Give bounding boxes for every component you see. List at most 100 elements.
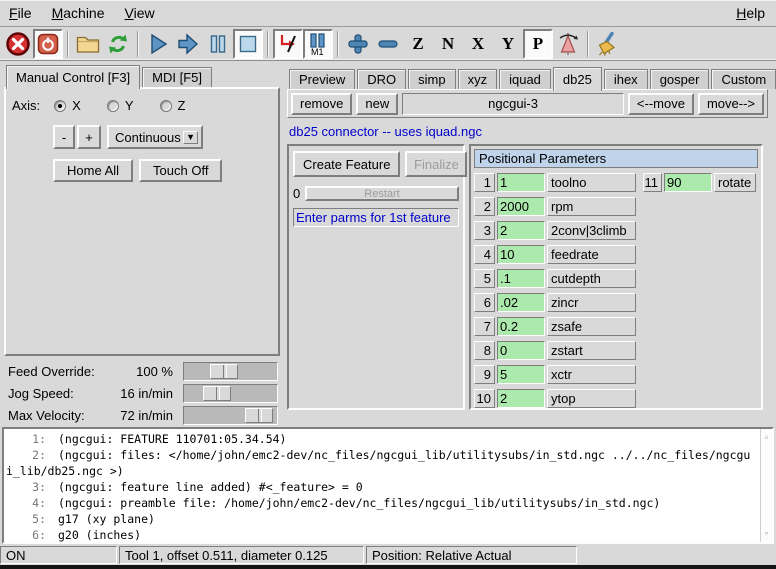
- view-x-button[interactable]: X: [463, 29, 493, 59]
- view-z-rotated-label: N: [442, 35, 454, 52]
- restart-button[interactable]: Restart: [305, 186, 459, 201]
- param-entry-rpm[interactable]: 2000: [497, 197, 545, 216]
- axis-radio-x[interactable]: X: [54, 98, 81, 113]
- param-entry-ytop[interactable]: 2: [497, 389, 545, 408]
- finalize-button[interactable]: Finalize: [405, 151, 467, 177]
- param-number: 4: [474, 245, 495, 264]
- axis-radio-y[interactable]: Y: [107, 98, 134, 113]
- param-name: ytop: [547, 389, 636, 408]
- skip-lines-icon: [275, 31, 301, 57]
- menu-help[interactable]: Help: [736, 5, 765, 21]
- param-name: zincr: [547, 293, 636, 312]
- param-number: 6: [474, 293, 495, 312]
- scroll-down-icon[interactable]: ▿: [764, 526, 769, 542]
- clear-plot-button[interactable]: [593, 29, 623, 59]
- tab-db25[interactable]: db25: [553, 67, 602, 91]
- right-tab-bar: Preview DRO simp xyz iquad db25 ihex gos…: [287, 65, 768, 89]
- jog-mode-dropdown[interactable]: Continuous ▼: [107, 125, 203, 149]
- param-row-1: 1 1 toolno 11 90 rotate: [474, 173, 758, 192]
- view-perspective-button[interactable]: P: [523, 29, 553, 59]
- reload-file-button[interactable]: [103, 29, 133, 59]
- jog-mode-value: Continuous: [115, 130, 181, 145]
- radio-indicator-y[interactable]: [107, 100, 119, 112]
- param-entry-xctr[interactable]: 5: [497, 365, 545, 384]
- view-z-button[interactable]: Z: [403, 29, 433, 59]
- menu-file[interactable]: File: [9, 5, 32, 21]
- tab-mdi[interactable]: MDI [F5]: [142, 67, 212, 87]
- console-scrollbar[interactable]: ▵ ▿: [760, 429, 772, 542]
- gcode-console[interactable]: 1:(ngcgui: FEATURE 110701:05.34.54) 2:(n…: [2, 427, 774, 544]
- remove-tab-button[interactable]: remove: [291, 93, 352, 115]
- create-feature-button[interactable]: Create Feature: [293, 151, 400, 177]
- param-number: 7: [474, 317, 495, 336]
- param-entry-feedrate[interactable]: 10: [497, 245, 545, 264]
- feed-override-slider[interactable]: [183, 362, 278, 381]
- param-name: zsafe: [547, 317, 636, 336]
- stop-button[interactable]: [233, 29, 263, 59]
- param-number: 1: [474, 173, 495, 192]
- param-entry-rotate[interactable]: 90: [664, 173, 712, 192]
- position-mode-status: Position: Relative Actual: [366, 546, 577, 564]
- rotate-view-button[interactable]: [553, 29, 583, 59]
- tab-iquad[interactable]: iquad: [499, 69, 551, 89]
- tab-preview[interactable]: Preview: [289, 69, 355, 89]
- param-name: feedrate: [547, 245, 636, 264]
- param-row-9: 9 5 xctr: [474, 365, 758, 384]
- tab-manual-control[interactable]: Manual Control [F3]: [6, 65, 140, 89]
- param-entry-toolno[interactable]: 1: [497, 173, 545, 192]
- axis-z-label: Z: [178, 98, 186, 113]
- new-tab-button[interactable]: new: [356, 93, 398, 115]
- feed-override-handle[interactable]: [210, 364, 238, 379]
- move-left-button[interactable]: <--move: [628, 93, 694, 115]
- radio-indicator-z[interactable]: [160, 100, 172, 112]
- param-entry-zsafe[interactable]: 0.2: [497, 317, 545, 336]
- view-y-button[interactable]: Y: [493, 29, 523, 59]
- feature-hint: Enter parms for 1st feature: [293, 208, 459, 227]
- max-velocity-handle[interactable]: [245, 408, 273, 423]
- open-file-button[interactable]: [73, 29, 103, 59]
- scroll-up-icon[interactable]: ▵: [764, 429, 769, 445]
- param-entry-cutdepth[interactable]: .1: [497, 269, 545, 288]
- axis-radio-z[interactable]: Z: [160, 98, 186, 113]
- tab-simp[interactable]: simp: [408, 69, 455, 89]
- skip-lines-toggle[interactable]: [273, 29, 303, 59]
- tab-name-entry[interactable]: ngcgui-3: [402, 93, 624, 115]
- zoom-out-button[interactable]: [373, 29, 403, 59]
- param-row-10: 10 2 ytop: [474, 389, 758, 408]
- tab-xyz[interactable]: xyz: [458, 69, 498, 89]
- jog-plus-button[interactable]: +: [77, 125, 101, 149]
- machine-power-button[interactable]: [33, 29, 63, 59]
- radio-indicator-x[interactable]: [54, 100, 66, 112]
- jog-speed-handle[interactable]: [203, 386, 231, 401]
- console-line: 1:(ngcgui: FEATURE 110701:05.34.54): [6, 431, 758, 447]
- menu-machine[interactable]: Machine: [52, 5, 105, 21]
- menu-bar: File Machine View Help: [0, 0, 776, 27]
- tab-dro[interactable]: DRO: [357, 69, 406, 89]
- move-right-button[interactable]: move-->: [698, 93, 764, 115]
- tab-custom[interactable]: Custom: [711, 69, 776, 89]
- reload-icon: [105, 31, 131, 57]
- view-x-label: X: [472, 35, 484, 52]
- touch-off-button[interactable]: Touch Off: [139, 159, 222, 182]
- home-all-button[interactable]: Home All: [53, 159, 133, 182]
- tab-ihex[interactable]: ihex: [604, 69, 648, 89]
- toolbar-separator: [337, 31, 339, 57]
- view-z-rotated-button[interactable]: N: [433, 29, 463, 59]
- jog-speed-slider[interactable]: [183, 384, 278, 403]
- run-program-button[interactable]: [143, 29, 173, 59]
- optional-pause-toggle[interactable]: M1: [303, 29, 333, 59]
- feed-override-label: Feed Override:: [8, 364, 116, 379]
- jog-minus-button[interactable]: -: [53, 125, 75, 149]
- param-entry-zstart[interactable]: 0: [497, 341, 545, 360]
- pause-button[interactable]: [203, 29, 233, 59]
- menu-view[interactable]: View: [125, 5, 155, 21]
- tab-gosper[interactable]: gosper: [650, 69, 710, 89]
- estop-button[interactable]: [3, 29, 33, 59]
- application-window: File Machine View Help: [0, 0, 776, 569]
- param-entry-conv[interactable]: 2: [497, 221, 545, 240]
- max-velocity-slider[interactable]: [183, 406, 278, 425]
- run-step-button[interactable]: [173, 29, 203, 59]
- param-entry-zincr[interactable]: .02: [497, 293, 545, 312]
- zoom-in-button[interactable]: [343, 29, 373, 59]
- status-bar: ON Tool 1, offset 0.511, diameter 0.125 …: [0, 545, 776, 565]
